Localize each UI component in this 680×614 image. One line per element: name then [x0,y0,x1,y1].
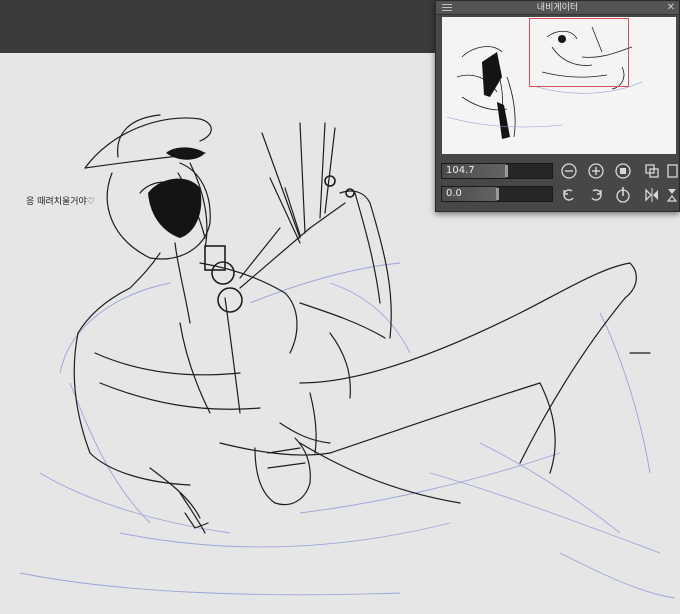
actual-size-icon[interactable] [643,162,661,180]
reset-rotation-icon[interactable] [614,186,632,204]
navigator-panel: 내비게이터 ✕ 104.7 0.0 [435,0,680,212]
viewport-frame[interactable] [529,18,629,87]
navigator-title: 내비게이터 [536,3,579,13]
flip-horizontal-icon[interactable] [643,186,661,204]
rotate-left-icon[interactable] [560,186,578,204]
flip-vertical-icon[interactable] [666,186,678,204]
rotation-value[interactable]: 0.0 [446,187,462,201]
zoom-slider-thumb[interactable] [504,165,508,177]
rotate-right-icon[interactable] [587,186,605,204]
zoom-value[interactable]: 104.7 [446,164,475,178]
zoom-slider[interactable]: 104.7 [441,163,553,179]
navigator-preview[interactable] [442,17,676,154]
navigator-header[interactable]: 내비게이터 ✕ [436,1,679,15]
more-icon[interactable] [666,162,678,180]
rotation-slider[interactable]: 0.0 [441,186,553,202]
fit-screen-icon[interactable] [614,162,632,180]
close-icon[interactable]: ✕ [667,2,675,14]
zoom-out-icon[interactable] [560,162,578,180]
rotation-slider-thumb[interactable] [496,188,499,200]
speech-caption: 응 때려치울거야♡ [26,197,95,207]
zoom-in-icon[interactable] [587,162,605,180]
